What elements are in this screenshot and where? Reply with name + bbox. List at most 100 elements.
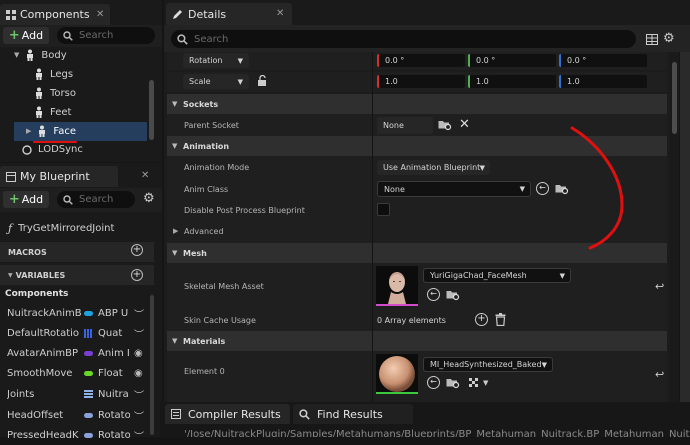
- scale-y-field[interactable]: 1.0: [468, 75, 556, 88]
- variable-row[interactable]: AvatarAnimBP Anim I ◉: [0, 343, 154, 363]
- disable-pp-checkbox[interactable]: [377, 203, 390, 216]
- tree-item-feet[interactable]: Feet: [34, 106, 71, 118]
- tree-item-legs[interactable]: Legs: [34, 68, 73, 80]
- components-scrollbar[interactable]: [149, 80, 154, 140]
- material-dropdown[interactable]: MI_HeadSynthesized_Baked ▼: [423, 357, 553, 372]
- mesh-thumbnail[interactable]: [376, 266, 418, 306]
- material-thumbnail[interactable]: [376, 354, 418, 394]
- skeletal-mesh-icon: [34, 87, 44, 99]
- browse-folder-icon[interactable]: [438, 119, 452, 131]
- close-details-icon[interactable]: ✕: [276, 8, 284, 19]
- skeletal-mesh-icon: [37, 125, 47, 137]
- settings-gear-icon[interactable]: ⚙: [143, 191, 155, 206]
- tab-my-blueprint-label: My Blueprint: [20, 170, 90, 183]
- search-icon: [63, 30, 73, 41]
- components-search-input[interactable]: Search: [57, 27, 155, 44]
- rotation-dropdown[interactable]: Rotation ▼: [183, 53, 249, 68]
- close-blueprint-icon[interactable]: ✕: [141, 170, 149, 181]
- function-item[interactable]: ƒ TryGetMirroredJoint: [8, 222, 114, 235]
- chevron-icon[interactable]: ︶: [134, 428, 144, 443]
- blueprint-add-button[interactable]: + Add: [3, 191, 49, 208]
- search-icon: [63, 194, 73, 205]
- chevron-icon[interactable]: ︶: [134, 326, 144, 341]
- animation-mode-dropdown[interactable]: Use Animation Blueprint ▼: [377, 160, 490, 175]
- search-icon: [299, 408, 310, 420]
- anim-class-dropdown[interactable]: None ▼: [377, 181, 531, 197]
- macros-label: MACROS: [8, 247, 47, 257]
- details-settings-gear-icon[interactable]: ⚙: [663, 31, 675, 46]
- tab-components[interactable]: Components: [0, 4, 110, 25]
- rotation-z-field[interactable]: 0.0 °: [559, 54, 647, 67]
- sockets-section[interactable]: ▼ Sockets: [167, 94, 667, 114]
- browse-folder-icon[interactable]: [446, 377, 460, 389]
- close-components-icon[interactable]: ✕: [96, 9, 104, 20]
- reset-arrow-icon[interactable]: ↩: [655, 368, 664, 381]
- rotation-y-field[interactable]: 0.0 °: [468, 54, 556, 67]
- components-category[interactable]: Components: [5, 289, 68, 299]
- add-variable-icon[interactable]: +: [131, 269, 143, 281]
- details-scrollbar-thumb[interactable]: [672, 62, 677, 134]
- blueprint-scrollbar[interactable]: [150, 295, 154, 435]
- scale-x-value: 1.0: [385, 77, 398, 86]
- components-add-button[interactable]: + Add: [3, 27, 49, 44]
- variable-row[interactable]: SmoothMove Float ◉: [0, 363, 154, 383]
- use-selected-arrow-icon[interactable]: ←: [427, 376, 440, 389]
- type-pill: [84, 412, 93, 418]
- details-pencil-icon: [173, 9, 182, 19]
- variable-row[interactable]: PressedHeadK Rotato ︶: [0, 425, 154, 445]
- tree-item-lodsync[interactable]: LODSync: [22, 144, 83, 155]
- parent-socket-field[interactable]: None: [377, 117, 433, 134]
- tab-compiler-label: Compiler Results: [188, 407, 281, 421]
- chevron-icon[interactable]: ︶: [134, 306, 144, 321]
- column-splitter[interactable]: [372, 52, 373, 402]
- details-search-placeholder: Search: [194, 33, 229, 45]
- visibility-eye-icon[interactable]: ◉: [134, 368, 143, 379]
- variable-row[interactable]: HeadOffset Rotato ︶: [0, 405, 154, 425]
- mesh-title: Mesh: [183, 248, 207, 258]
- materials-section[interactable]: ▼ Materials: [167, 331, 667, 351]
- details-search-input[interactable]: Search: [171, 30, 636, 48]
- trash-icon[interactable]: [495, 313, 506, 326]
- checker-texture-icon[interactable]: [469, 378, 480, 389]
- unlock-icon[interactable]: [257, 75, 268, 87]
- variable-type: Rotato: [98, 409, 130, 421]
- tab-compiler-results[interactable]: Compiler Results: [165, 404, 290, 424]
- rotation-x-field[interactable]: 0.0 °: [377, 54, 465, 67]
- scale-dropdown[interactable]: Scale ▼: [183, 74, 249, 89]
- clear-x-icon[interactable]: ✕: [459, 117, 470, 132]
- collapse-arrow-icon: ▼: [172, 100, 178, 108]
- variable-type: ABP U: [98, 307, 129, 319]
- tree-item-torso[interactable]: Torso: [34, 87, 76, 99]
- scale-x-field[interactable]: 1.0: [377, 75, 465, 88]
- visibility-eye-icon[interactable]: ◉: [134, 348, 143, 359]
- disable-pp-label: Disable Post Process Blueprint: [184, 206, 305, 215]
- rotation-x-value: 0.0 °: [385, 56, 405, 65]
- tree-item-label: Face: [53, 125, 77, 137]
- collapse-arrow-icon: ▼: [172, 142, 178, 150]
- variable-row[interactable]: Joints Nuitra ︶: [0, 384, 154, 404]
- browse-folder-icon[interactable]: [446, 289, 460, 301]
- add-macro-icon[interactable]: +: [131, 244, 143, 256]
- chevron-icon[interactable]: ︶: [134, 408, 144, 423]
- chevron-icon[interactable]: ︶: [134, 387, 144, 402]
- tree-item-body[interactable]: ▼ Body: [14, 49, 67, 61]
- tree-item-face[interactable]: ▶ Face: [26, 125, 76, 137]
- chevron-down-icon[interactable]: ▼: [483, 379, 488, 387]
- skeletal-mesh-icon: [34, 106, 44, 118]
- blueprint-search-input[interactable]: Search: [57, 191, 135, 208]
- chevron-down-icon: ▼: [237, 56, 243, 65]
- use-selected-arrow-icon[interactable]: ←: [427, 288, 440, 301]
- variable-row[interactable]: DefaultRotatio Quat ︶: [0, 323, 154, 343]
- scale-z-field[interactable]: 1.0: [559, 75, 647, 88]
- skeletal-mesh-icon: [34, 68, 44, 80]
- use-selected-arrow-icon[interactable]: ←: [536, 182, 549, 195]
- variable-row[interactable]: NuitrackAnimB ABP U ︶: [0, 303, 154, 323]
- tab-find-results[interactable]: Find Results: [293, 404, 413, 424]
- tab-my-blueprint[interactable]: My Blueprint: [0, 166, 118, 187]
- table-view-icon[interactable]: [646, 34, 658, 45]
- add-element-icon[interactable]: +: [475, 313, 488, 326]
- reset-arrow-icon[interactable]: ↩: [655, 280, 664, 293]
- tab-details[interactable]: Details: [166, 3, 292, 25]
- skeletal-mesh-dropdown[interactable]: YuriGigaChad_FaceMesh ▼: [423, 268, 571, 283]
- collapse-arrow-icon: ▼: [172, 337, 178, 345]
